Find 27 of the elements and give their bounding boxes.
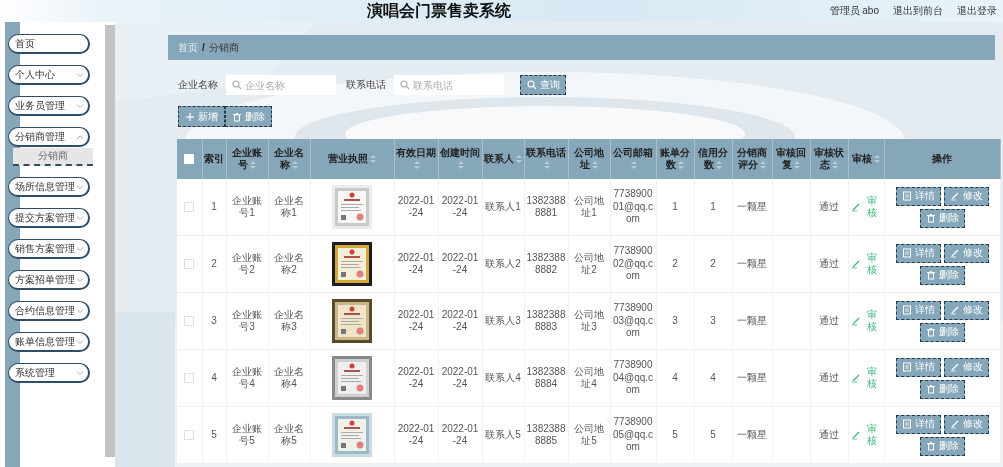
chevron-icon [76,71,84,78]
chevron-icon [76,276,84,283]
menu-item[interactable]: 合约信息管理 [8,301,90,321]
header-link[interactable]: 退出登录 [957,4,997,18]
menu-item[interactable]: 分销商管理 [8,127,90,147]
chevron-icon [76,214,84,221]
chevron-icon [76,133,84,140]
scrollbar[interactable] [105,25,115,457]
header-link[interactable]: 退出到前台 [893,4,943,18]
submenu-item[interactable]: 分销商 [13,148,93,166]
chevron-icon [76,102,84,109]
menu-item[interactable]: 系统管理 [8,363,90,383]
menu-item[interactable]: 提交方案管理 [8,208,90,228]
chevron-icon [76,307,84,314]
menu-item[interactable]: 方案招单管理 [8,270,90,290]
user-label: 管理员 abo [829,4,879,18]
chevron-icon [76,338,84,345]
menu-item[interactable]: 个人中心 [8,65,90,85]
menu-item[interactable]: 场所信息管理 [8,177,90,197]
chevron-icon [76,369,84,376]
menu-item[interactable]: 账单信息管理 [8,332,90,352]
chevron-icon [76,183,84,190]
menu-item[interactable]: 业务员管理 [8,96,90,116]
menu-item[interactable]: 销售方案管理 [8,239,90,259]
menu-item[interactable]: 首页 [8,34,90,54]
chevron-icon [76,245,84,252]
app-title: 演唱会门票售卖系统 [366,1,511,19]
